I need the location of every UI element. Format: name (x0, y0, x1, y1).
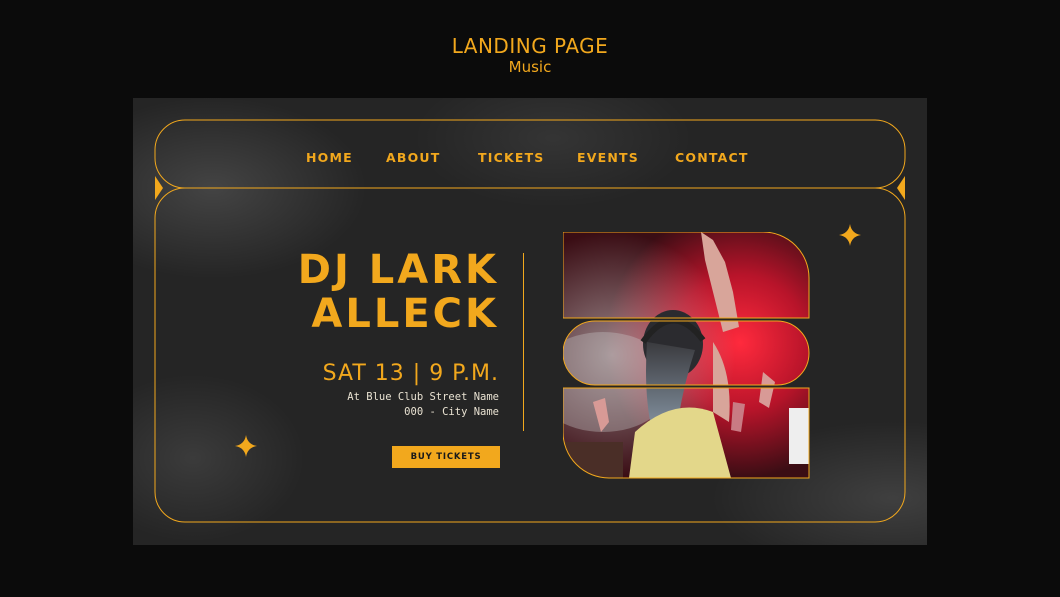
main-nav: HOME ABOUT TICKETS EVENTS CONTACT (133, 150, 927, 165)
nav-contact[interactable]: CONTACT (675, 150, 749, 165)
event-date: SAT 13 | 9 P.M. (322, 361, 499, 386)
buy-tickets-button[interactable]: BUY TICKETS (392, 446, 500, 468)
landing-mockup: HOME ABOUT TICKETS EVENTS CONTACT DJ LAR… (133, 98, 927, 545)
artist-name-line2: ALLECK (311, 291, 499, 337)
artist-name-line1: DJ LARK (297, 247, 499, 293)
nav-about[interactable]: ABOUT (386, 150, 441, 165)
page-subtitle: Music (508, 58, 552, 76)
nav-events[interactable]: EVENTS (577, 150, 639, 165)
right-notch (897, 176, 905, 200)
nav-tickets[interactable]: TICKETS (478, 150, 545, 165)
sparkle-icon (839, 224, 861, 246)
dj-photo (563, 232, 810, 479)
event-address: At Blue Club Street Name 000 - City Name (347, 390, 499, 420)
artist-name: DJ LARK ALLECK (298, 248, 499, 336)
page-title: LANDING PAGE (451, 34, 609, 58)
vertical-divider (523, 253, 524, 431)
nav-home[interactable]: HOME (306, 150, 353, 165)
left-notch (155, 176, 163, 200)
address-line1: At Blue Club Street Name (347, 391, 499, 403)
sparkle-icon (235, 435, 257, 457)
address-line2: 000 - City Name (404, 406, 499, 418)
